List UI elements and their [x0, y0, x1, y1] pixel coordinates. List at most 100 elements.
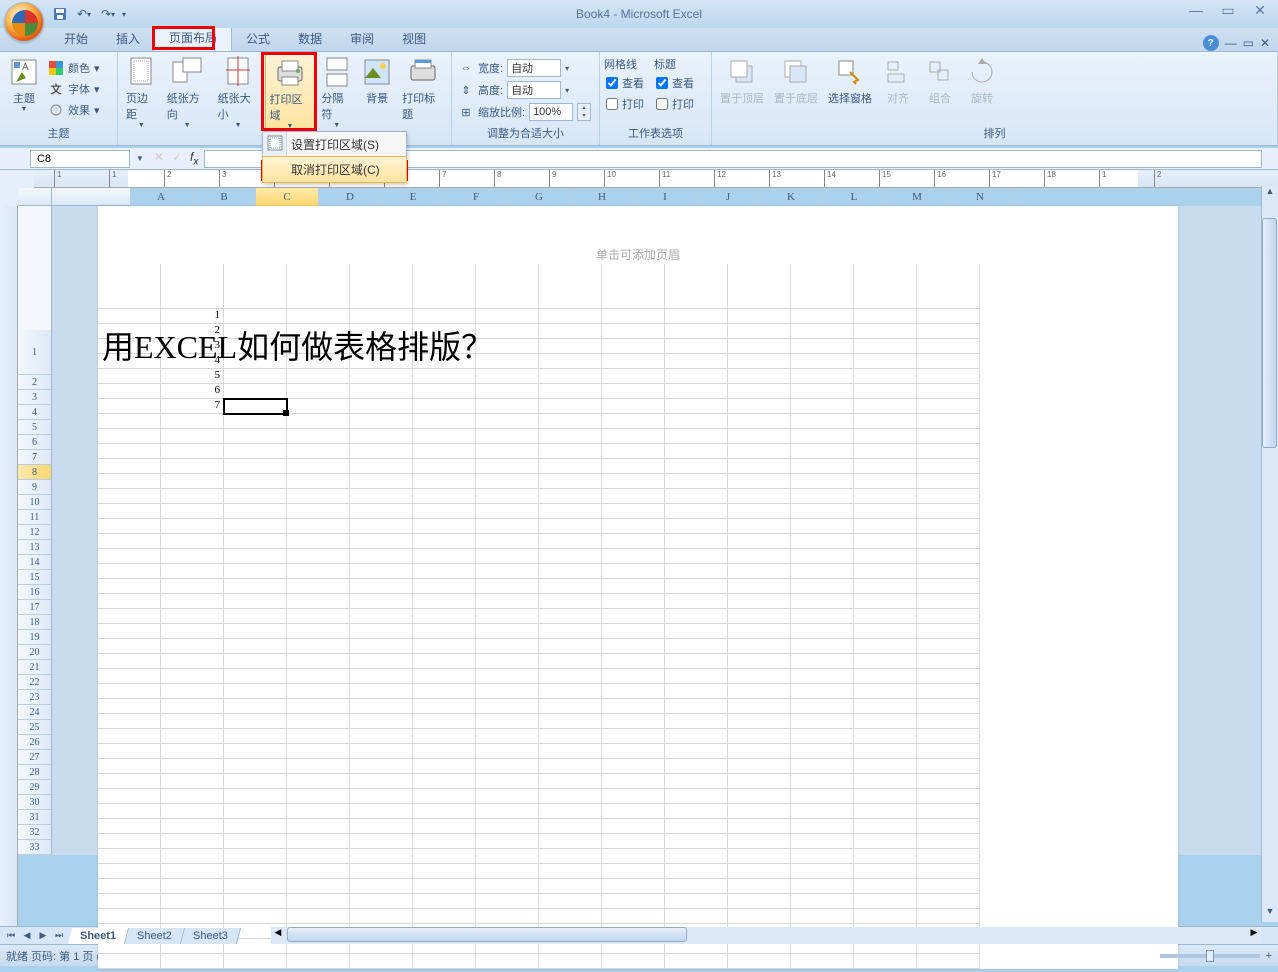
width-control[interactable]: ⇔ 宽度: ▾	[456, 58, 571, 78]
cell[interactable]	[350, 849, 413, 864]
cell[interactable]	[728, 864, 791, 879]
scroll-down-icon[interactable]: ▼	[1262, 906, 1278, 922]
cell[interactable]	[161, 699, 224, 714]
cell[interactable]	[665, 324, 728, 339]
cell[interactable]	[224, 849, 287, 864]
cell[interactable]	[665, 684, 728, 699]
cell[interactable]	[917, 834, 980, 849]
cell[interactable]	[224, 729, 287, 744]
cell[interactable]	[350, 654, 413, 669]
row-header-16[interactable]: 16	[18, 585, 52, 600]
cell[interactable]	[539, 309, 602, 324]
cell[interactable]	[476, 864, 539, 879]
cell[interactable]	[728, 489, 791, 504]
cell[interactable]	[161, 684, 224, 699]
row-header-10[interactable]: 10	[18, 495, 52, 510]
cell[interactable]	[161, 519, 224, 534]
cell[interactable]	[791, 789, 854, 804]
cell[interactable]	[917, 429, 980, 444]
cell[interactable]	[539, 849, 602, 864]
cell[interactable]	[917, 339, 980, 354]
cell[interactable]	[854, 594, 917, 609]
cell[interactable]	[728, 699, 791, 714]
column-header-M[interactable]: M	[886, 188, 949, 206]
cell[interactable]	[665, 549, 728, 564]
cell[interactable]	[917, 474, 980, 489]
cell[interactable]	[350, 624, 413, 639]
cell[interactable]	[287, 834, 350, 849]
cell[interactable]	[728, 354, 791, 369]
cell[interactable]	[602, 909, 665, 924]
cell[interactable]	[665, 459, 728, 474]
cell[interactable]	[350, 759, 413, 774]
cell[interactable]	[539, 339, 602, 354]
cell[interactable]	[287, 579, 350, 594]
cell[interactable]	[161, 264, 224, 309]
cell[interactable]	[854, 474, 917, 489]
cell[interactable]	[413, 384, 476, 399]
cell[interactable]	[791, 489, 854, 504]
cell[interactable]	[161, 879, 224, 894]
column-header-K[interactable]: K	[760, 188, 823, 206]
cell[interactable]	[476, 489, 539, 504]
cell[interactable]	[476, 414, 539, 429]
cell[interactable]	[98, 444, 161, 459]
cell[interactable]	[539, 879, 602, 894]
cell[interactable]	[476, 564, 539, 579]
cell[interactable]	[854, 804, 917, 819]
cell[interactable]	[728, 609, 791, 624]
cell[interactable]	[287, 744, 350, 759]
horizontal-scrollbar[interactable]: ◀ ▶	[271, 927, 1261, 944]
redo-icon[interactable]: ↷▾	[98, 4, 118, 24]
cell[interactable]	[539, 834, 602, 849]
cell[interactable]	[791, 609, 854, 624]
cell[interactable]	[161, 774, 224, 789]
cell[interactable]	[161, 909, 224, 924]
cell[interactable]	[791, 399, 854, 414]
cell[interactable]	[665, 789, 728, 804]
cell[interactable]	[350, 534, 413, 549]
cell[interactable]	[476, 789, 539, 804]
sheet-tab-sheet3[interactable]: Sheet3	[181, 928, 241, 944]
cell[interactable]	[476, 519, 539, 534]
width-input[interactable]	[507, 59, 561, 77]
cell[interactable]	[539, 399, 602, 414]
cell[interactable]	[665, 339, 728, 354]
cell[interactable]	[161, 504, 224, 519]
cell[interactable]	[350, 429, 413, 444]
cell[interactable]	[350, 954, 413, 969]
cell[interactable]	[413, 474, 476, 489]
cell[interactable]	[602, 429, 665, 444]
cell[interactable]	[791, 699, 854, 714]
cell[interactable]	[665, 399, 728, 414]
cell[interactable]	[917, 684, 980, 699]
cell[interactable]	[665, 579, 728, 594]
cell[interactable]	[350, 804, 413, 819]
cell[interactable]	[476, 894, 539, 909]
cell[interactable]	[665, 774, 728, 789]
cell[interactable]	[854, 774, 917, 789]
cell[interactable]	[161, 444, 224, 459]
cell[interactable]	[665, 834, 728, 849]
cell[interactable]	[476, 639, 539, 654]
cell[interactable]	[161, 609, 224, 624]
cell[interactable]	[791, 384, 854, 399]
cell[interactable]	[854, 579, 917, 594]
cell[interactable]	[728, 309, 791, 324]
horizontal-ruler[interactable]: 112345678910111213141516171812	[34, 170, 1278, 188]
cell[interactable]	[917, 819, 980, 834]
cell[interactable]	[476, 444, 539, 459]
cell[interactable]	[413, 879, 476, 894]
prev-sheet-icon[interactable]: ◀	[20, 930, 34, 941]
cell[interactable]	[413, 699, 476, 714]
row-header-28[interactable]: 28	[18, 765, 52, 780]
cell[interactable]	[917, 444, 980, 459]
cell-a1-content[interactable]: 用EXCEL如何做表格排版？	[102, 322, 493, 368]
cell[interactable]	[287, 909, 350, 924]
cell[interactable]	[224, 519, 287, 534]
cell[interactable]	[413, 774, 476, 789]
cell[interactable]	[287, 864, 350, 879]
cell[interactable]	[602, 759, 665, 774]
cell[interactable]	[287, 699, 350, 714]
cell[interactable]	[854, 909, 917, 924]
